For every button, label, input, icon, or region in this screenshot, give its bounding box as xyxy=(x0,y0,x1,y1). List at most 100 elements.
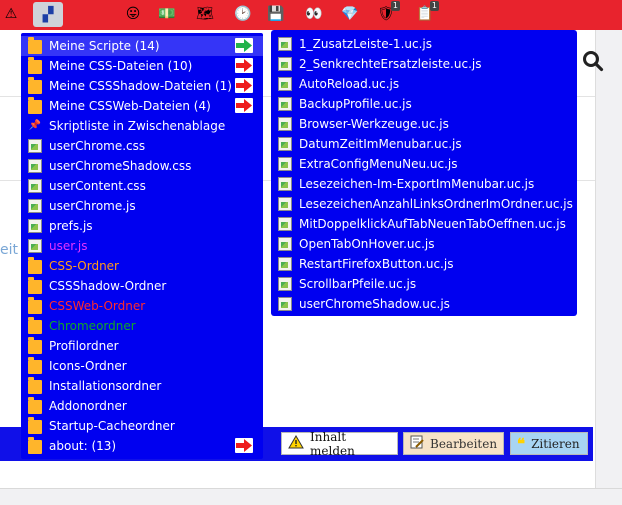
menu-item-label: Chromeordner xyxy=(49,319,136,333)
menu-item[interactable]: CSSShadow-Ordner xyxy=(21,276,263,296)
submenu-arrow-icon xyxy=(235,78,253,93)
script-menu-item[interactable]: Lesezeichen-Im-ExportImMenubar.uc.js xyxy=(271,174,577,194)
clock-icon[interactable]: 🕑 xyxy=(232,3,254,25)
folder-icon xyxy=(28,37,42,54)
menu-item[interactable]: userContent.css xyxy=(21,176,263,196)
script-menu-item[interactable]: ScrollbarPfeile.uc.js xyxy=(271,274,577,294)
menu-item-label: CSS-Ordner xyxy=(49,259,119,273)
script-menu-item-label: AutoReload.uc.js xyxy=(299,77,400,91)
script-menu-item[interactable]: 1_ZusatzLeiste-1.uc.js xyxy=(271,34,577,54)
badge-icon[interactable]: 📋 1 xyxy=(414,1,439,25)
script-menu-item-label: Browser-Werkzeuge.uc.js xyxy=(299,117,449,131)
menu-item[interactable]: 📌 Skriptliste in Zwischenablage xyxy=(21,116,263,136)
menu-item[interactable]: user.js xyxy=(21,236,263,256)
menu-item[interactable]: Chromeordner xyxy=(21,316,263,336)
menu-item[interactable]: Addonordner xyxy=(21,396,263,416)
menu-item[interactable]: userChrome.js xyxy=(21,196,263,216)
quote-button[interactable]: ❝ Zitieren xyxy=(510,432,588,455)
search-icon[interactable] xyxy=(582,50,604,72)
count-badge: 1 xyxy=(390,1,400,11)
script-menu-item-label: DatumZeitImMenubar.uc.js xyxy=(299,137,462,151)
save-icon[interactable]: 💾 xyxy=(265,3,287,25)
report-label: Inhalt melden xyxy=(310,429,355,458)
file-icon xyxy=(28,159,42,173)
menu-item[interactable]: Meine CSS-Dateien (10) xyxy=(21,56,263,76)
submenu-arrow-icon xyxy=(235,38,253,53)
file-icon xyxy=(28,239,42,253)
file-icon xyxy=(278,277,292,291)
folder-icon xyxy=(28,317,42,334)
file-icon xyxy=(278,137,292,151)
menu-item[interactable]: prefs.js xyxy=(21,216,263,236)
menu-item-label: about: (13) xyxy=(49,439,117,453)
script-menu-item[interactable]: AutoReload.uc.js xyxy=(271,74,577,94)
emoji-icon[interactable]: 😛 xyxy=(122,3,144,25)
folder-icon xyxy=(28,77,42,94)
browser-toolbar: ⚠ ▞ 😛 💵 🗺 🕑 💾 👀 💎 🛡 1 📋 1 xyxy=(0,0,622,30)
script-menu-item-label: RestartFirefoxButton.uc.js xyxy=(299,257,454,271)
folder-icon xyxy=(28,417,42,434)
script-menu-item[interactable]: Browser-Werkzeuge.uc.js xyxy=(271,114,577,134)
script-menu-item[interactable]: 2_SenkrechteErsatzleiste.uc.js xyxy=(271,54,577,74)
script-menu-item-label: OpenTabOnHover.uc.js xyxy=(299,237,435,251)
eyes-icon[interactable]: 👀 xyxy=(303,3,325,25)
script-menu-item[interactable]: OpenTabOnHover.uc.js xyxy=(271,234,577,254)
script-menu-icon[interactable]: ▞ xyxy=(33,2,63,27)
scripts-submenu: 1_ZusatzLeiste-1.uc.js 2_SenkrechteErsatz… xyxy=(271,30,577,316)
file-icon xyxy=(278,117,292,131)
script-menu-item[interactable]: userChromeShadow.uc.js xyxy=(271,294,577,314)
menu-item-label: Startup-Cacheordner xyxy=(49,419,175,433)
folder-icon xyxy=(28,437,42,454)
script-menu-item[interactable]: LesezeichenAnzahlLinksOrdnerImOrdner.uc.… xyxy=(271,194,577,214)
ublock-icon[interactable]: 🛡 1 xyxy=(375,1,400,25)
menu-item[interactable]: Meine CSSShadow-Dateien (1) xyxy=(21,76,263,96)
script-menu-item[interactable]: DatumZeitImMenubar.uc.js xyxy=(271,134,577,154)
menu-item-label: Meine CSS-Dateien (10) xyxy=(49,59,193,73)
script-menu-item[interactable]: MitDoppelklickAufTabNeuenTabOeffnen.uc.j… xyxy=(271,214,577,234)
file-icon xyxy=(278,217,292,231)
file-icon xyxy=(278,257,292,271)
report-content-button[interactable]: Inhalt melden xyxy=(281,429,398,458)
edit-button[interactable]: Bearbeiten xyxy=(403,432,504,455)
menu-item[interactable]: Profilordner xyxy=(21,336,263,356)
menu-item-label: userChrome.js xyxy=(49,199,136,213)
file-icon xyxy=(278,297,292,311)
menu-item[interactable]: about: (13) xyxy=(21,436,263,456)
file-icon xyxy=(278,237,292,251)
menu-item[interactable]: Meine CSSWeb-Dateien (4) xyxy=(21,96,263,116)
money-icon[interactable]: 💵 xyxy=(156,3,178,25)
menu-item[interactable]: userChrome.css xyxy=(21,136,263,156)
script-menu-item-label: MitDoppelklickAufTabNeuenTabOeffnen.uc.j… xyxy=(299,217,566,231)
file-icon xyxy=(28,219,42,233)
menu-item[interactable]: CSS-Ordner xyxy=(21,256,263,276)
divider xyxy=(0,488,622,489)
menu-item[interactable]: userChromeShadow.css xyxy=(21,156,263,176)
submenu-arrow-icon xyxy=(235,58,253,73)
bookmark-map-icon[interactable]: 🗺 xyxy=(194,3,216,25)
menu-item-label: CSSWeb-Ordner xyxy=(49,299,146,313)
pin-icon: 📌 xyxy=(28,120,42,131)
folder-icon xyxy=(28,397,42,414)
menu-item[interactable]: Startup-Cacheordner xyxy=(21,416,263,436)
menu-item[interactable]: CSSWeb-Ordner xyxy=(21,296,263,316)
menu-item-label: Skriptliste in Zwischenablage xyxy=(49,119,226,133)
quote-icon: ❝ xyxy=(517,434,526,453)
warning-icon[interactable]: ⚠ xyxy=(0,3,22,25)
file-icon xyxy=(278,197,292,211)
script-menu-item[interactable]: ExtraConfigMenuNeu.uc.js xyxy=(271,154,577,174)
menu-item-label: userChrome.css xyxy=(49,139,146,153)
file-icon xyxy=(278,97,292,111)
script-menu-item-label: BackupProfile.uc.js xyxy=(299,97,412,111)
script-menu-item-label: LesezeichenAnzahlLinksOrdnerImOrdner.uc.… xyxy=(299,197,573,211)
menu-item[interactable]: Meine Scripte (14) xyxy=(21,36,263,56)
menu-item[interactable]: Installationsordner xyxy=(21,376,263,396)
diamond-icon[interactable]: 💎 xyxy=(339,3,361,25)
menu-item[interactable]: Icons-Ordner xyxy=(21,356,263,376)
script-menu-item-label: ExtraConfigMenuNeu.uc.js xyxy=(299,157,458,171)
folder-icon xyxy=(28,257,42,274)
script-menu-item[interactable]: BackupProfile.uc.js xyxy=(271,94,577,114)
menu-item-label: user.js xyxy=(49,239,88,253)
script-menu-item[interactable]: RestartFirefoxButton.uc.js xyxy=(271,254,577,274)
menu-item-label: userContent.css xyxy=(49,179,146,193)
folder-icon xyxy=(28,97,42,114)
